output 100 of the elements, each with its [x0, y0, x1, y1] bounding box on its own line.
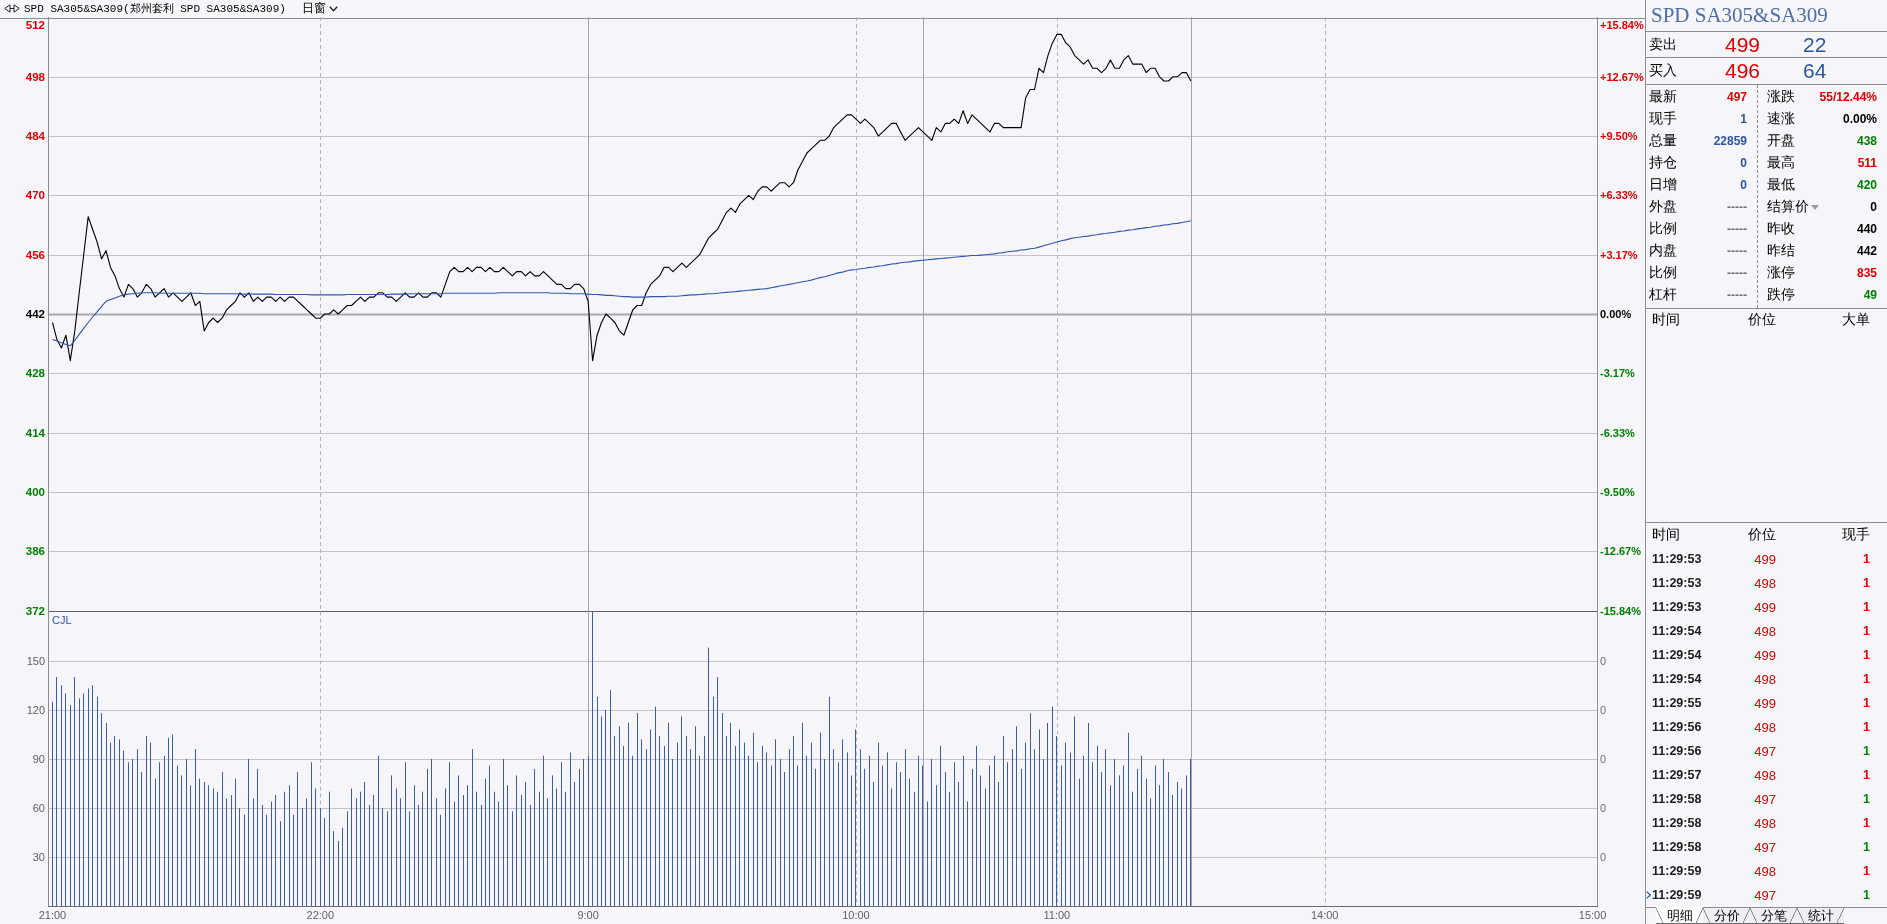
percent-axis-label: -3.17%	[1600, 367, 1635, 380]
tick-time: 11:29:56	[1652, 720, 1702, 734]
stat-label: 跌停	[1767, 286, 1795, 304]
percent-axis-label: -9.50%	[1600, 485, 1635, 498]
tick-price: 499	[1754, 647, 1776, 663]
stat-label: 速涨	[1767, 110, 1795, 128]
stat-value: 1	[1740, 112, 1747, 126]
stat-label: 总量	[1649, 132, 1677, 150]
stat-value: 497	[1726, 90, 1747, 104]
time-axis-label: 21:00	[38, 908, 67, 921]
tick-price: 498	[1754, 863, 1776, 879]
panel-tab[interactable]: 明细	[1656, 907, 1703, 924]
stat-value: 55/12.44%	[1819, 90, 1877, 104]
stat-label: 持仓	[1649, 154, 1677, 172]
tick-time: 11:29:58	[1652, 792, 1702, 806]
quote-label: 卖出	[1649, 35, 1678, 54]
stat-dropdown[interactable]: 结算价	[1767, 198, 1819, 216]
tick-time: 11:29:55	[1652, 696, 1702, 710]
volume-axis-label: 150	[26, 654, 45, 667]
percent-axis-label: -15.84%	[1600, 604, 1641, 617]
tick-volume: 1	[1863, 888, 1870, 902]
quote-price: 499	[1723, 32, 1760, 57]
tick-time: 11:29:53	[1652, 600, 1702, 614]
stat-label: 昨结	[1767, 242, 1795, 260]
tick-volume: 1	[1863, 648, 1870, 662]
stat-value: -----	[1727, 288, 1747, 302]
tick-price: 499	[1754, 551, 1776, 567]
tick-time: 11:29:58	[1652, 816, 1702, 830]
tick-volume: 1	[1863, 696, 1870, 710]
price-axis-label: 400	[25, 485, 45, 498]
column-header: 价位	[1747, 311, 1776, 329]
stat-label: 涨跌	[1767, 88, 1795, 106]
stat-value: -----	[1727, 244, 1747, 258]
stat-value: 438	[1856, 134, 1877, 148]
tick-volume: 1	[1863, 552, 1870, 566]
tick-price: 497	[1754, 887, 1776, 903]
column-header: 时间	[1652, 311, 1681, 329]
tick-volume: 1	[1863, 816, 1870, 830]
percent-axis-label: +3.17%	[1600, 248, 1638, 261]
tick-price: 497	[1754, 839, 1776, 855]
tick-volume: 1	[1863, 576, 1870, 590]
chevron-down-icon	[328, 5, 338, 12]
tick-time: 11:29:53	[1652, 576, 1702, 590]
price-axis-label: 470	[25, 189, 45, 202]
volume-right-label: 0	[1600, 654, 1607, 667]
tick-price: 498	[1754, 575, 1776, 591]
stat-value: -----	[1727, 222, 1747, 236]
quote-volume: 64	[1802, 59, 1828, 83]
stat-value: 440	[1856, 222, 1877, 236]
left-right-triangles-icon[interactable]	[4, 4, 20, 13]
column-header: 大单	[1841, 311, 1870, 329]
tick-time: 11:29:59	[1652, 864, 1702, 878]
percent-axis-label: +12.67%	[1600, 70, 1644, 83]
stat-label: 现手	[1649, 110, 1677, 128]
volume-axis-label: 90	[32, 753, 45, 765]
tick-time: 11:29:54	[1652, 624, 1702, 638]
panel-tab[interactable]: 分笔	[1750, 907, 1797, 924]
quote-title: SPD SA305&SA309	[1651, 3, 1828, 28]
panel-tab[interactable]: 统计	[1797, 907, 1844, 924]
quote-volume: 22	[1802, 32, 1828, 57]
volume-right-label: 0	[1600, 753, 1607, 765]
tick-price: 499	[1754, 599, 1776, 615]
time-axis-label: 14:00	[1310, 908, 1339, 921]
tick-time: 11:29:54	[1652, 672, 1702, 686]
price-axis-label: 414	[25, 426, 45, 439]
percent-axis-label: +15.84%	[1600, 18, 1644, 31]
quote-price: 496	[1723, 59, 1760, 83]
tick-time: 11:29:58	[1652, 840, 1702, 854]
volume-axis-label: 60	[32, 802, 45, 815]
price-axis-label: 442	[25, 308, 45, 320]
tick-time: 11:29:57	[1652, 768, 1702, 782]
stat-label: 内盘	[1649, 242, 1677, 260]
volume-right-label: 0	[1600, 802, 1607, 815]
volume-axis-label: 30	[32, 851, 45, 864]
stat-label: 比例	[1649, 264, 1677, 282]
stat-label: 日增	[1649, 176, 1677, 194]
stat-label: 最低	[1767, 176, 1795, 194]
tick-time: 11:29:53	[1652, 552, 1702, 566]
period-dropdown[interactable]: 日窗	[299, 0, 340, 17]
stat-value: 511	[1857, 156, 1877, 170]
tick-price: 499	[1754, 695, 1776, 711]
tick-price: 498	[1754, 767, 1776, 783]
stat-label: 开盘	[1767, 132, 1795, 150]
quote-label: 买入	[1649, 62, 1678, 80]
tick-time: 11:29:54	[1652, 648, 1702, 662]
tick-volume: 1	[1863, 864, 1870, 878]
tick-price: 497	[1754, 791, 1776, 807]
contract-title: SPD SA305&SA309(郑州套利 SPD SA305&SA309)	[24, 2, 286, 16]
stat-label: 涨停	[1767, 264, 1795, 282]
price-axis-label: 456	[25, 248, 45, 261]
stat-value: -----	[1727, 266, 1747, 280]
price-axis-label: 484	[25, 130, 45, 143]
panel-tab[interactable]: 分价	[1703, 907, 1750, 924]
tick-volume: 1	[1863, 720, 1870, 734]
price-axis-label: 386	[25, 545, 45, 558]
stat-label: 昨收	[1767, 220, 1795, 238]
stat-value: 22859	[1713, 134, 1747, 148]
stat-label: 杠杆	[1649, 286, 1677, 304]
time-axis-label: 22:00	[306, 908, 335, 921]
percent-axis-label: -6.33%	[1600, 426, 1635, 439]
